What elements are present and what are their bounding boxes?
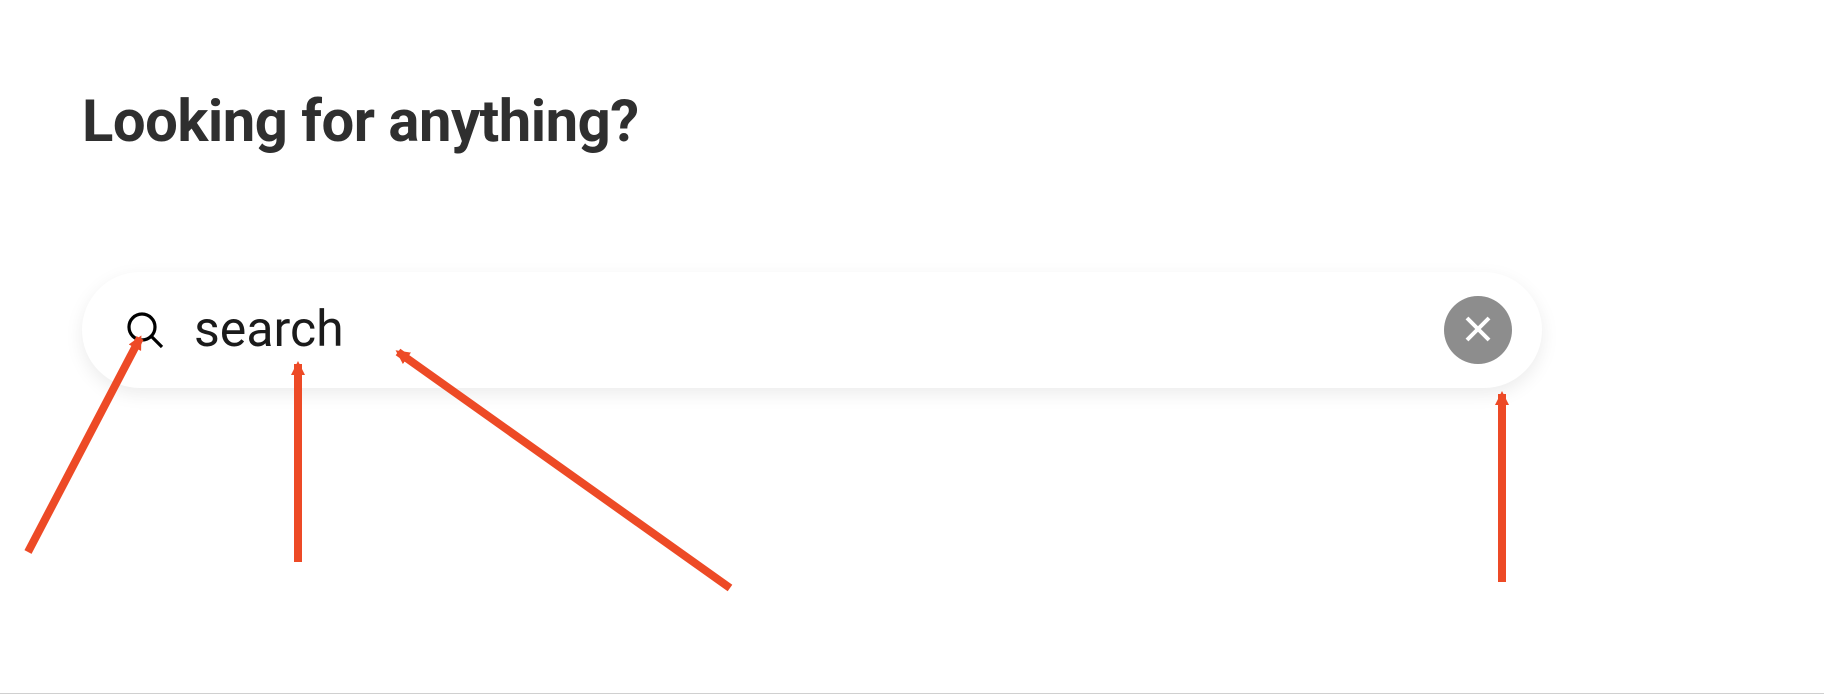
clear-search-button[interactable] [1444,296,1512,364]
page-heading: Looking for anything? [82,88,639,156]
search-input[interactable] [194,300,1444,360]
annotation-arrow-clear-button [1472,382,1532,592]
close-icon [1462,313,1494,348]
search-icon [124,309,166,351]
search-bar[interactable] [82,272,1542,388]
